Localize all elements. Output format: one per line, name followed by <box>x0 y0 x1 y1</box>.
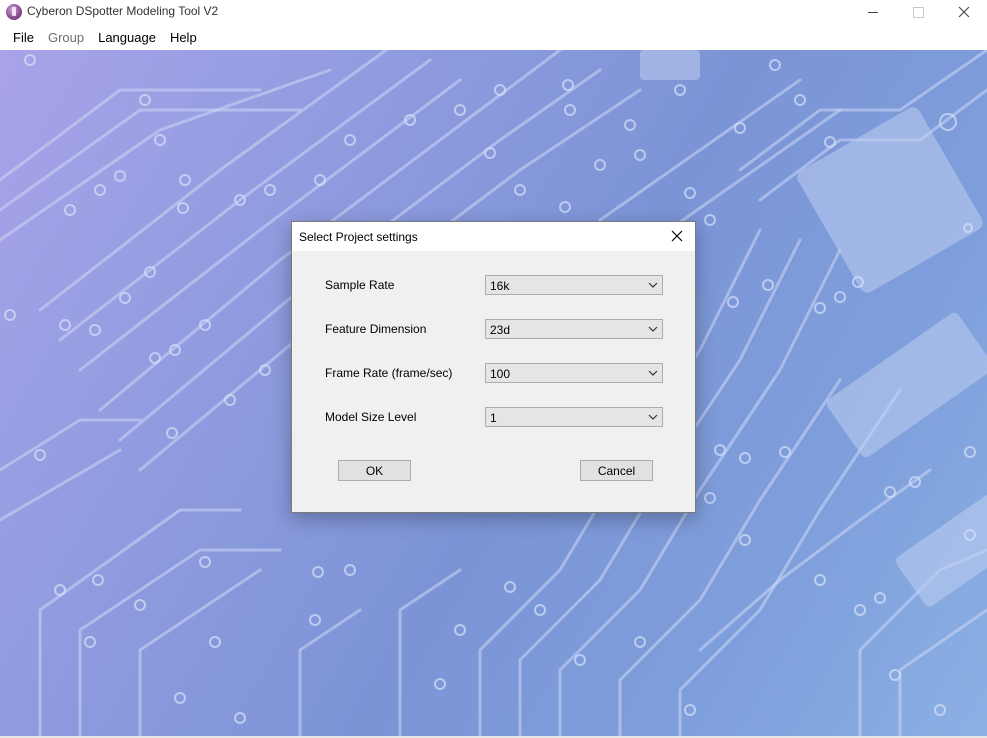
chevron-down-icon <box>648 414 658 420</box>
frame-rate-value: 100 <box>490 367 511 381</box>
close-icon <box>671 230 683 242</box>
dialog-title-bar[interactable]: Select Project settings <box>292 222 695 251</box>
close-icon <box>958 6 970 18</box>
frame-rate-select[interactable]: 100 <box>485 363 663 383</box>
ok-button[interactable]: OK <box>338 460 411 481</box>
dialog-title: Select Project settings <box>299 230 418 244</box>
sample-rate-value: 16k <box>490 279 510 293</box>
close-window-button[interactable] <box>941 0 987 24</box>
title-bar[interactable]: Cyberon DSpotter Modeling Tool V2 <box>0 0 987 24</box>
chevron-down-icon <box>648 370 658 376</box>
sample-rate-select[interactable]: 16k <box>485 275 663 295</box>
minimize-button[interactable] <box>850 0 896 24</box>
cancel-button[interactable]: Cancel <box>580 460 653 481</box>
model-size-level-value: 1 <box>490 411 497 425</box>
project-settings-dialog: Select Project settings Sample Rate 16k … <box>291 221 696 513</box>
menu-group: Group <box>47 30 85 45</box>
feature-dimension-select[interactable]: 23d <box>485 319 663 339</box>
app-window: Cyberon DSpotter Modeling Tool V2 File G… <box>0 0 987 738</box>
app-logo-icon <box>6 4 22 20</box>
menu-file[interactable]: File <box>6 27 41 49</box>
menu-bar: File Group Language Help <box>0 26 987 50</box>
maximize-icon <box>912 6 924 18</box>
maximize-button <box>895 0 941 24</box>
chevron-down-icon <box>648 326 658 332</box>
sample-rate-label: Sample Rate <box>325 278 395 292</box>
feature-dimension-value: 23d <box>490 323 511 337</box>
frame-rate-label: Frame Rate (frame/sec) <box>325 366 453 380</box>
minimize-icon <box>868 11 878 13</box>
model-size-level-select[interactable]: 1 <box>485 407 663 427</box>
dialog-close-button[interactable] <box>665 225 689 247</box>
window-title: Cyberon DSpotter Modeling Tool V2 <box>27 4 219 18</box>
menu-language[interactable]: Language <box>91 27 163 49</box>
feature-dimension-label: Feature Dimension <box>325 322 427 336</box>
chevron-down-icon <box>648 282 658 288</box>
model-size-level-label: Model Size Level <box>325 410 417 424</box>
menu-help[interactable]: Help <box>163 27 204 49</box>
